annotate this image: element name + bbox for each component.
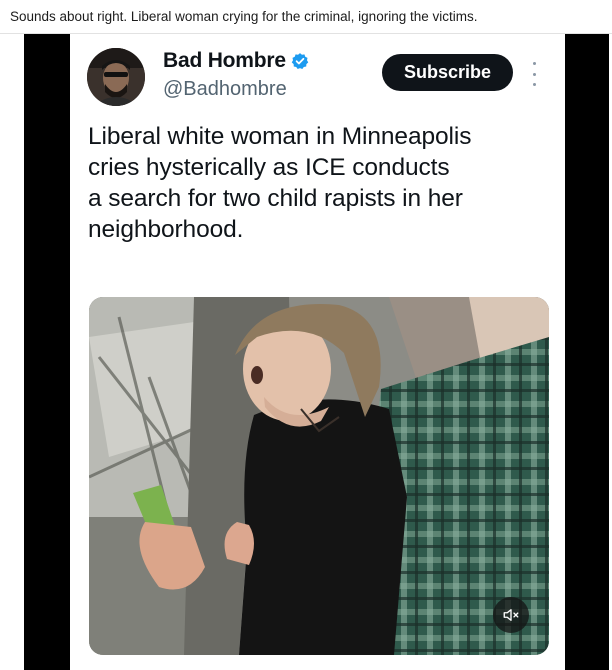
more-dot	[532, 72, 536, 76]
tweet-screenshot: Bad Hombre @Badhombre Subscribe Liberal …	[70, 34, 565, 670]
avatar-image	[87, 48, 145, 106]
embedded-video[interactable]	[89, 297, 549, 655]
speaker-muted-icon	[503, 609, 519, 621]
video-still	[89, 297, 549, 655]
post-text-line: a search for two child rapists in her	[88, 185, 463, 212]
avatar[interactable]	[87, 48, 145, 106]
more-dot	[532, 62, 536, 65]
post-caption: Sounds about right. Liberal woman crying…	[10, 9, 478, 24]
post-text: Liberal white woman in Minneapolis cries…	[88, 121, 558, 245]
more-dot	[532, 83, 536, 86]
author-handle[interactable]: @Badhombre	[163, 78, 287, 101]
post-text-line: cries hysterically as ICE conducts	[88, 154, 450, 181]
author-name-text: Bad Hombre	[163, 49, 286, 72]
post-text-line: Liberal white woman in Minneapolis	[88, 123, 472, 150]
mute-toggle-button[interactable]	[493, 597, 529, 633]
more-options-icon[interactable]	[530, 62, 538, 86]
subscribe-button[interactable]: Subscribe	[382, 54, 513, 91]
post-text-line: neighborhood.	[88, 216, 244, 243]
author-name[interactable]: Bad Hombre	[163, 49, 309, 73]
verified-badge-icon	[291, 53, 309, 70]
